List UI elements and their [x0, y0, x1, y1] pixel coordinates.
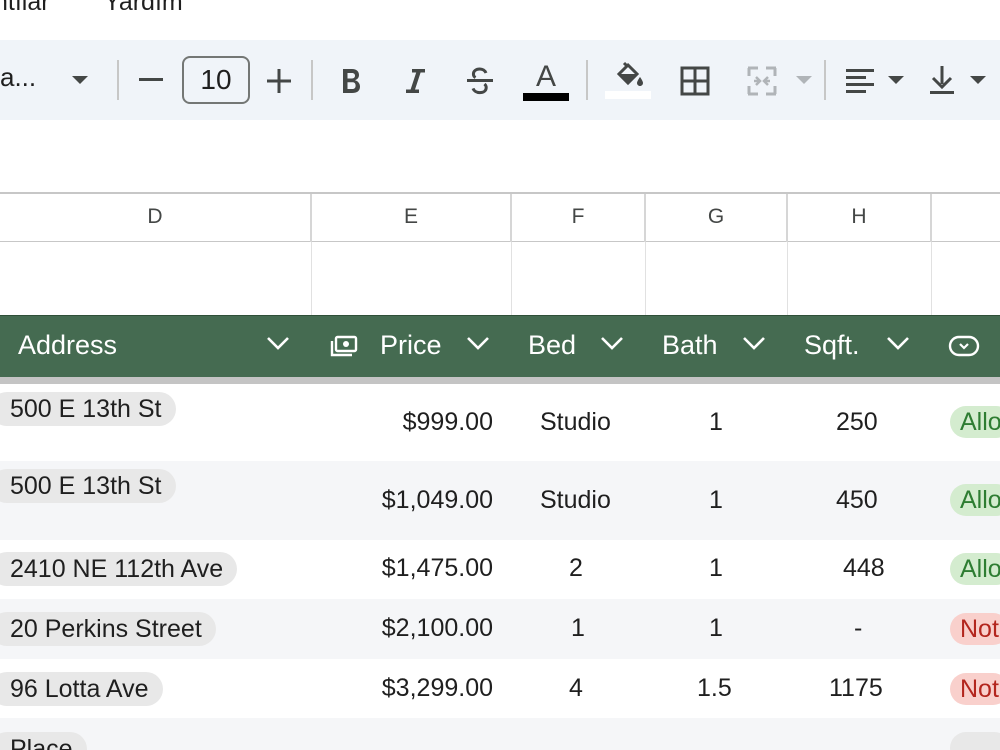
sqft-cell[interactable]: 448 — [843, 554, 885, 583]
table-row[interactable]: 2410 NE 112th Ave $1,475.00 2 1 448 Allo — [0, 540, 1000, 599]
grid-line — [511, 242, 512, 315]
text-color-letter: A — [535, 60, 556, 93]
sqft-filter-chevron-icon[interactable] — [886, 336, 910, 355]
status-badge[interactable]: Allo — [950, 484, 1000, 516]
sqft-cell[interactable]: 250 — [836, 408, 878, 437]
bath-cell[interactable]: 1 — [709, 614, 723, 643]
bed-filter-chevron-icon[interactable] — [600, 336, 624, 355]
fill-color-icon[interactable] — [604, 58, 652, 102]
address-chip[interactable]: 2410 NE 112th Ave — [0, 552, 238, 586]
table-row[interactable]: 96 Lotta Ave $3,299.00 4 1.5 1175 Not — [0, 659, 1000, 718]
header-bed: Bed — [528, 330, 577, 360]
header-price: Price — [380, 330, 442, 360]
address-chip[interactable]: 500 E 13th St — [0, 392, 176, 426]
status-badge[interactable]: Allo — [950, 406, 1000, 438]
bold-icon[interactable] — [336, 64, 366, 98]
grid-line — [311, 242, 312, 315]
column-header-h[interactable]: H — [788, 194, 932, 242]
status-badge[interactable]: Not — [950, 673, 1000, 705]
merge-cells-icon[interactable] — [744, 64, 780, 98]
bed-cell[interactable]: Studio — [540, 486, 611, 515]
header-separator — [0, 377, 1000, 384]
column-header-f[interactable]: F — [512, 194, 646, 242]
price-filter-chevron-icon[interactable] — [466, 336, 490, 355]
toolbar-divider — [824, 60, 826, 100]
column-header-g[interactable]: G — [646, 194, 788, 242]
price-cell[interactable]: $3,299.00 — [382, 674, 493, 703]
status-badge[interactable]: Not — [950, 613, 1000, 645]
fill-color-swatch — [605, 91, 651, 99]
bed-cell[interactable]: 4 — [569, 674, 583, 703]
table-header-row: Address Price Bed Bath Sqft. — [0, 315, 1000, 377]
bed-cell[interactable]: 1 — [571, 614, 585, 643]
menu-item-help[interactable]: Yardım — [104, 0, 183, 17]
horizontal-align-dropdown-icon[interactable] — [884, 72, 908, 88]
bath-cell[interactable]: 1.5 — [697, 674, 732, 703]
sqft-cell[interactable]: - — [854, 614, 862, 643]
column-header-d[interactable]: D — [0, 194, 312, 242]
text-color-icon[interactable]: A — [522, 60, 570, 102]
toolbar-divider — [586, 60, 588, 100]
decrease-font-size-button[interactable] — [136, 66, 166, 94]
currency-icon — [330, 335, 358, 362]
grid-line — [645, 242, 646, 315]
price-cell[interactable]: $1,049.00 — [382, 486, 493, 515]
price-cell[interactable]: $999.00 — [403, 408, 493, 437]
price-cell[interactable]: $1,475.00 — [382, 554, 493, 583]
menu-item-extensions[interactable]: ntılar — [0, 0, 50, 17]
table-row[interactable]: 20 Perkins Street $2,100.00 1 1 - Not — [0, 599, 1000, 659]
italic-icon[interactable] — [400, 64, 430, 98]
sqft-cell[interactable]: 450 — [836, 486, 878, 515]
sqft-cell[interactable]: 1175 — [829, 674, 883, 703]
toolbar-divider — [117, 60, 119, 100]
grid-line — [787, 242, 788, 315]
status-badge[interactable] — [950, 732, 1000, 750]
font-family-select[interactable]: a... — [0, 62, 36, 93]
address-chip[interactable]: 96 Lotta Ave — [0, 672, 163, 706]
column-header-e[interactable]: E — [312, 194, 512, 242]
font-family-dropdown-icon[interactable] — [68, 70, 92, 90]
header-address: Address — [18, 330, 118, 360]
bath-cell[interactable]: 1 — [709, 486, 723, 515]
address-chip[interactable]: 20 Perkins Street — [0, 612, 216, 646]
bed-cell[interactable]: 2 — [569, 554, 583, 583]
font-size-input[interactable]: 10 — [182, 56, 250, 104]
borders-icon[interactable] — [678, 64, 712, 98]
table-row[interactable]: 500 E 13th St $999.00 Studio 1 250 Allo — [0, 384, 1000, 461]
header-sqft: Sqft. — [804, 330, 860, 360]
column-header-row: D E F G H — [0, 194, 1000, 242]
bath-cell[interactable]: 1 — [709, 408, 723, 437]
bath-cell[interactable]: 1 — [709, 554, 723, 583]
price-cell[interactable]: $2,100.00 — [382, 614, 493, 643]
grid-line — [931, 242, 932, 315]
toolbar: a... 10 A — [0, 40, 1000, 120]
header-bath: Bath — [662, 330, 718, 360]
bath-filter-chevron-icon[interactable] — [742, 336, 766, 355]
menu-bar: ntılar Yardım — [0, 0, 1000, 40]
text-color-swatch — [523, 93, 569, 101]
empty-row[interactable] — [0, 242, 1000, 315]
horizontal-align-icon[interactable] — [844, 64, 876, 98]
address-chip[interactable]: Place — [0, 732, 87, 750]
dropdown-chip-icon — [948, 334, 980, 363]
bed-cell[interactable]: Studio — [540, 408, 611, 437]
formula-bar[interactable] — [0, 136, 1000, 194]
increase-font-size-button[interactable] — [264, 66, 294, 96]
table-row[interactable]: 500 E 13th St $1,049.00 Studio 1 450 All… — [0, 461, 1000, 540]
strikethrough-icon[interactable] — [462, 62, 498, 98]
address-filter-chevron-icon[interactable] — [266, 336, 290, 355]
address-chip[interactable]: 500 E 13th St — [0, 469, 176, 503]
merge-dropdown-icon[interactable] — [794, 72, 814, 88]
table-row[interactable]: Place — [0, 718, 1000, 750]
toolbar-divider — [311, 60, 313, 100]
status-badge[interactable]: Allo — [950, 553, 1000, 585]
vertical-align-icon[interactable] — [926, 62, 958, 98]
vertical-align-dropdown-icon[interactable] — [966, 72, 990, 88]
